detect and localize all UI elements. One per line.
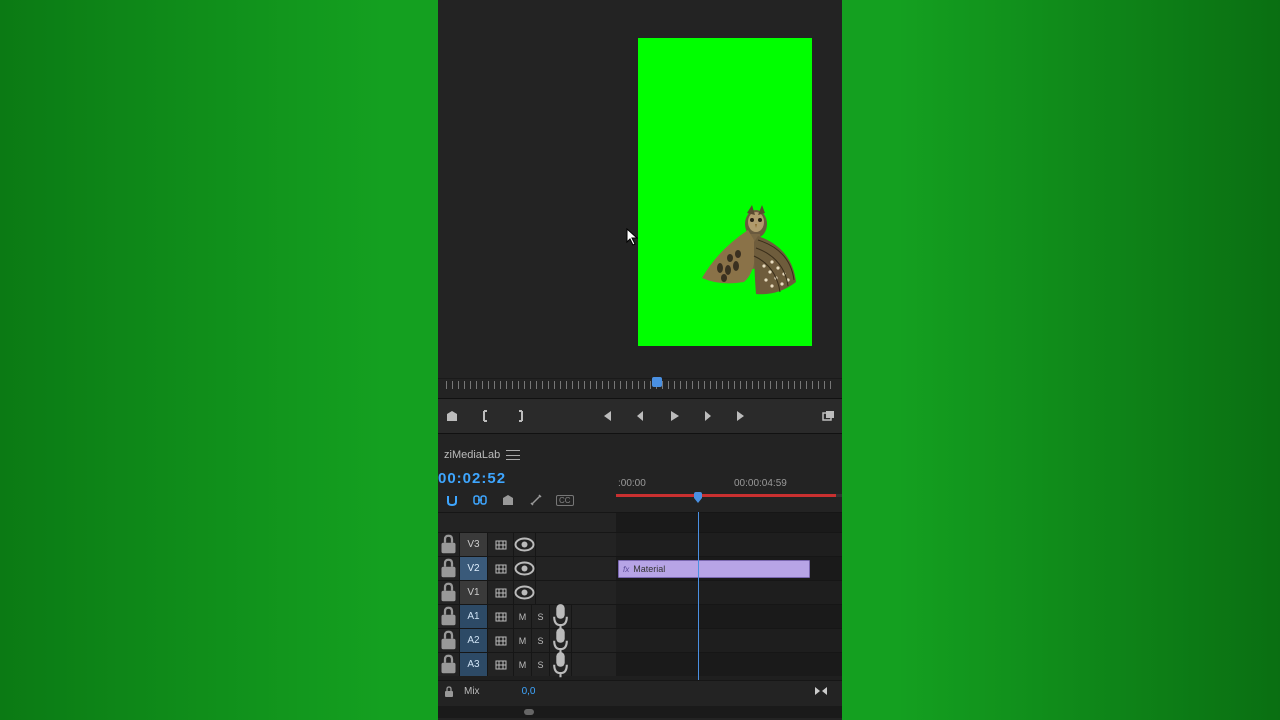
mute-toggle[interactable]: M (514, 629, 532, 652)
record-toggle[interactable] (550, 605, 572, 628)
step-back-button[interactable] (632, 408, 648, 424)
timeline-tools: CC (444, 492, 574, 508)
mute-toggle[interactable]: M (514, 605, 532, 628)
solo-toggle[interactable]: S (532, 629, 550, 652)
export-frame-button[interactable] (820, 408, 836, 424)
tracks-panel: V3 V2 fx Material (438, 512, 842, 694)
mix-value[interactable]: 0,0 (522, 686, 536, 697)
bracket-out-button[interactable] (512, 408, 528, 424)
track-lane[interactable]: fx Material (616, 557, 842, 580)
sync-lock-toggle[interactable] (488, 629, 514, 652)
transport-bar (438, 398, 842, 434)
track-a1: A1 M S (438, 604, 842, 628)
lock-toggle[interactable] (438, 653, 460, 676)
play-button[interactable] (666, 408, 682, 424)
step-forward-button[interactable] (700, 408, 716, 424)
linked-selection-button[interactable] (472, 492, 488, 508)
sequence-header: ziMediaLab (438, 444, 842, 466)
monitor-playhead-icon[interactable] (652, 377, 662, 387)
monitor-time-ruler[interactable] (438, 378, 842, 390)
add-marker-button[interactable] (500, 492, 516, 508)
current-timecode[interactable]: 00:02:52 (438, 470, 506, 487)
ruler-label: :00:00 (618, 478, 646, 489)
sync-lock-toggle[interactable] (488, 557, 514, 580)
track-label[interactable]: V3 (460, 533, 488, 556)
captions-button[interactable]: CC (556, 495, 574, 506)
scrollbar-thumb[interactable] (524, 709, 534, 715)
preview-canvas[interactable] (638, 38, 812, 346)
track-label[interactable]: V1 (460, 581, 488, 604)
sequence-tab[interactable]: ziMediaLab (438, 449, 506, 461)
sync-lock-toggle[interactable] (488, 533, 514, 556)
track-lane[interactable] (616, 581, 842, 604)
panel-menu-icon[interactable] (506, 450, 520, 460)
track-v1: V1 (438, 580, 842, 604)
go-to-in-button[interactable] (598, 408, 614, 424)
lock-toggle[interactable] (438, 629, 460, 652)
mix-track: Mix 0,0 (438, 680, 842, 702)
solo-toggle[interactable]: S (532, 605, 550, 628)
solo-toggle[interactable]: S (532, 653, 550, 676)
timeline-ruler[interactable]: :00:00 00:00:04:59 (616, 478, 842, 506)
lock-toggle[interactable] (438, 581, 460, 604)
track-a2: A2 M S (438, 628, 842, 652)
track-lane[interactable] (616, 653, 842, 676)
sync-lock-toggle[interactable] (488, 581, 514, 604)
sync-lock-toggle[interactable] (488, 605, 514, 628)
snap-button[interactable] (444, 492, 460, 508)
cursor-icon (626, 228, 638, 246)
bracket-in-button[interactable] (478, 408, 494, 424)
render-bar (616, 494, 836, 497)
track-lane[interactable] (616, 605, 842, 628)
lock-toggle[interactable] (438, 533, 460, 556)
timeline-playhead-icon[interactable] (692, 492, 704, 504)
track-label[interactable]: A2 (460, 629, 488, 652)
track-label[interactable]: A3 (460, 653, 488, 676)
track-a3: A3 M S (438, 652, 842, 676)
track-visibility-toggle[interactable] (514, 533, 536, 556)
track-lane[interactable] (616, 629, 842, 652)
sync-lock-toggle[interactable] (488, 653, 514, 676)
program-monitor (438, 0, 842, 372)
track-v2: V2 fx Material (438, 556, 842, 580)
mark-in-button[interactable] (444, 408, 460, 424)
fx-badge-icon: fx (623, 565, 629, 574)
settings-button[interactable] (528, 492, 544, 508)
lock-toggle[interactable] (438, 557, 460, 580)
mix-label: Mix (464, 686, 480, 697)
track-visibility-toggle[interactable] (514, 557, 536, 580)
ruler-label: 00:00:04:59 (734, 478, 787, 489)
go-to-out-button[interactable] (734, 408, 750, 424)
clip-name: Material (633, 564, 665, 574)
track-visibility-toggle[interactable] (514, 581, 536, 604)
lock-toggle[interactable] (438, 686, 460, 698)
record-toggle[interactable] (550, 629, 572, 652)
ruler-ticks-icon (446, 381, 834, 389)
mute-toggle[interactable]: M (514, 653, 532, 676)
track-v3: V3 (438, 532, 842, 556)
owl-subject-icon (700, 200, 800, 308)
go-to-end-button[interactable] (814, 683, 828, 701)
lock-toggle[interactable] (438, 605, 460, 628)
track-label[interactable]: V2 (460, 557, 488, 580)
video-editor-panel: ziMediaLab 00:02:52 CC :00:00 00:00:04:5… (438, 0, 842, 720)
track-lane[interactable] (616, 533, 842, 556)
timeline-scrollbar[interactable] (438, 706, 842, 718)
video-clip[interactable]: fx Material (618, 560, 810, 578)
record-toggle[interactable] (550, 653, 572, 676)
track-label[interactable]: A1 (460, 605, 488, 628)
